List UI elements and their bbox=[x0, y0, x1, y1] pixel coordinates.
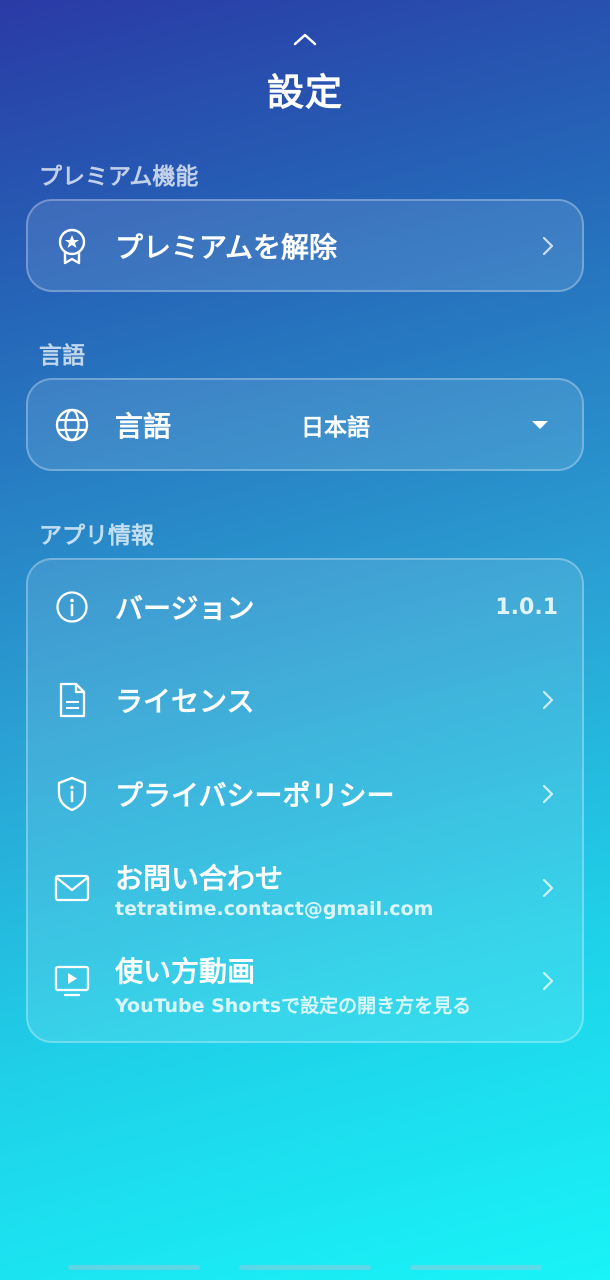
document-icon bbox=[52, 680, 92, 720]
premium-section-label: プレミアム機能 bbox=[39, 164, 199, 190]
nav-indicator-1 bbox=[68, 1265, 200, 1270]
license-row[interactable]: ライセンス bbox=[28, 655, 582, 745]
tutorial-video-subtitle: YouTube Shortsで設定の開き方を見る bbox=[115, 995, 472, 1017]
shield-info-icon bbox=[52, 774, 92, 814]
version-value: 1.0.1 bbox=[495, 594, 558, 620]
chevron-up-icon bbox=[293, 32, 317, 46]
video-play-icon bbox=[52, 961, 92, 1001]
premium-unlock-row[interactable]: プレミアムを解除 bbox=[28, 201, 582, 290]
premium-unlock-label: プレミアムを解除 bbox=[115, 230, 338, 264]
language-selected-value: 日本語 bbox=[301, 414, 370, 441]
chevron-right-icon bbox=[538, 234, 558, 258]
award-badge-icon bbox=[52, 226, 92, 266]
privacy-policy-row[interactable]: プライバシーポリシー bbox=[28, 749, 582, 839]
license-label: ライセンス bbox=[115, 685, 255, 718]
contact-row[interactable]: お問い合わせ tetratime.contact@gmail.com bbox=[28, 843, 582, 933]
contact-email: tetratime.contact@gmail.com bbox=[115, 898, 434, 920]
mail-icon bbox=[52, 868, 92, 908]
info-circle-icon bbox=[52, 587, 92, 627]
language-label: 言語 bbox=[115, 409, 172, 443]
chevron-right-icon bbox=[538, 688, 558, 712]
app-info-section-label: アプリ情報 bbox=[39, 523, 154, 549]
chevron-right-icon bbox=[538, 969, 558, 993]
nav-indicator-3 bbox=[410, 1265, 542, 1270]
app-info-card: バージョン 1.0.1 ライセンス プライバシーポリシー お問い合わせ tetr… bbox=[26, 558, 584, 1043]
language-select-row[interactable]: 言語 日本語 bbox=[28, 380, 582, 469]
nav-indicator-2 bbox=[239, 1265, 371, 1270]
globe-icon bbox=[52, 405, 92, 445]
premium-card: プレミアムを解除 bbox=[26, 199, 584, 292]
privacy-policy-label: プライバシーポリシー bbox=[115, 779, 395, 812]
language-card: 言語 日本語 bbox=[26, 378, 584, 471]
language-section-label: 言語 bbox=[39, 343, 85, 369]
collapse-button[interactable] bbox=[285, 24, 325, 54]
version-label: バージョン bbox=[115, 592, 255, 625]
chevron-right-icon bbox=[538, 876, 558, 900]
tutorial-video-label: 使い方動画 bbox=[115, 955, 256, 988]
chevron-right-icon bbox=[538, 782, 558, 806]
tutorial-video-row[interactable]: 使い方動画 YouTube Shortsで設定の開き方を見る bbox=[28, 936, 582, 1026]
version-row: バージョン 1.0.1 bbox=[28, 562, 582, 652]
dropdown-arrow-icon bbox=[532, 420, 548, 429]
page-title: 設定 bbox=[267, 71, 343, 114]
contact-label: お問い合わせ bbox=[115, 862, 284, 895]
